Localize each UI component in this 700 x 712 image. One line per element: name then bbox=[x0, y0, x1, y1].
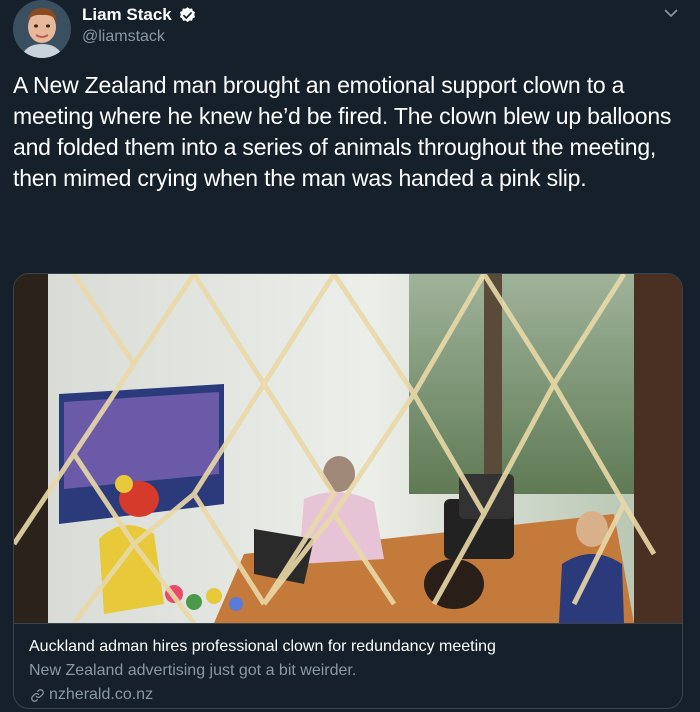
user-avatar-icon bbox=[13, 0, 71, 58]
tweet: Liam Stack @liamstack A New Zealand man … bbox=[0, 0, 700, 712]
card-domain[interactable]: nzherald.co.nz bbox=[29, 686, 153, 704]
card-title: Auckland adman hires professional clown … bbox=[29, 638, 496, 655]
card-description: New Zealand advertising just got a bit w… bbox=[29, 662, 357, 679]
name-row: Liam Stack bbox=[82, 4, 197, 26]
tweet-text: A New Zealand man brought an emotional s… bbox=[13, 72, 672, 191]
author-block: Liam Stack @liamstack bbox=[82, 4, 197, 46]
card-body: Auckland adman hires professional clown … bbox=[14, 623, 682, 708]
link-card[interactable]: Auckland adman hires professional clown … bbox=[13, 273, 683, 709]
handle[interactable]: @liamstack bbox=[82, 28, 197, 46]
avatar[interactable] bbox=[13, 0, 71, 58]
display-name[interactable]: Liam Stack bbox=[82, 5, 172, 25]
card-domain-text: nzherald.co.nz bbox=[49, 686, 154, 703]
office-meeting-photo bbox=[14, 274, 682, 625]
verified-badge-icon bbox=[178, 6, 197, 25]
link-icon bbox=[29, 687, 46, 704]
chevron-down-icon[interactable] bbox=[662, 4, 680, 22]
